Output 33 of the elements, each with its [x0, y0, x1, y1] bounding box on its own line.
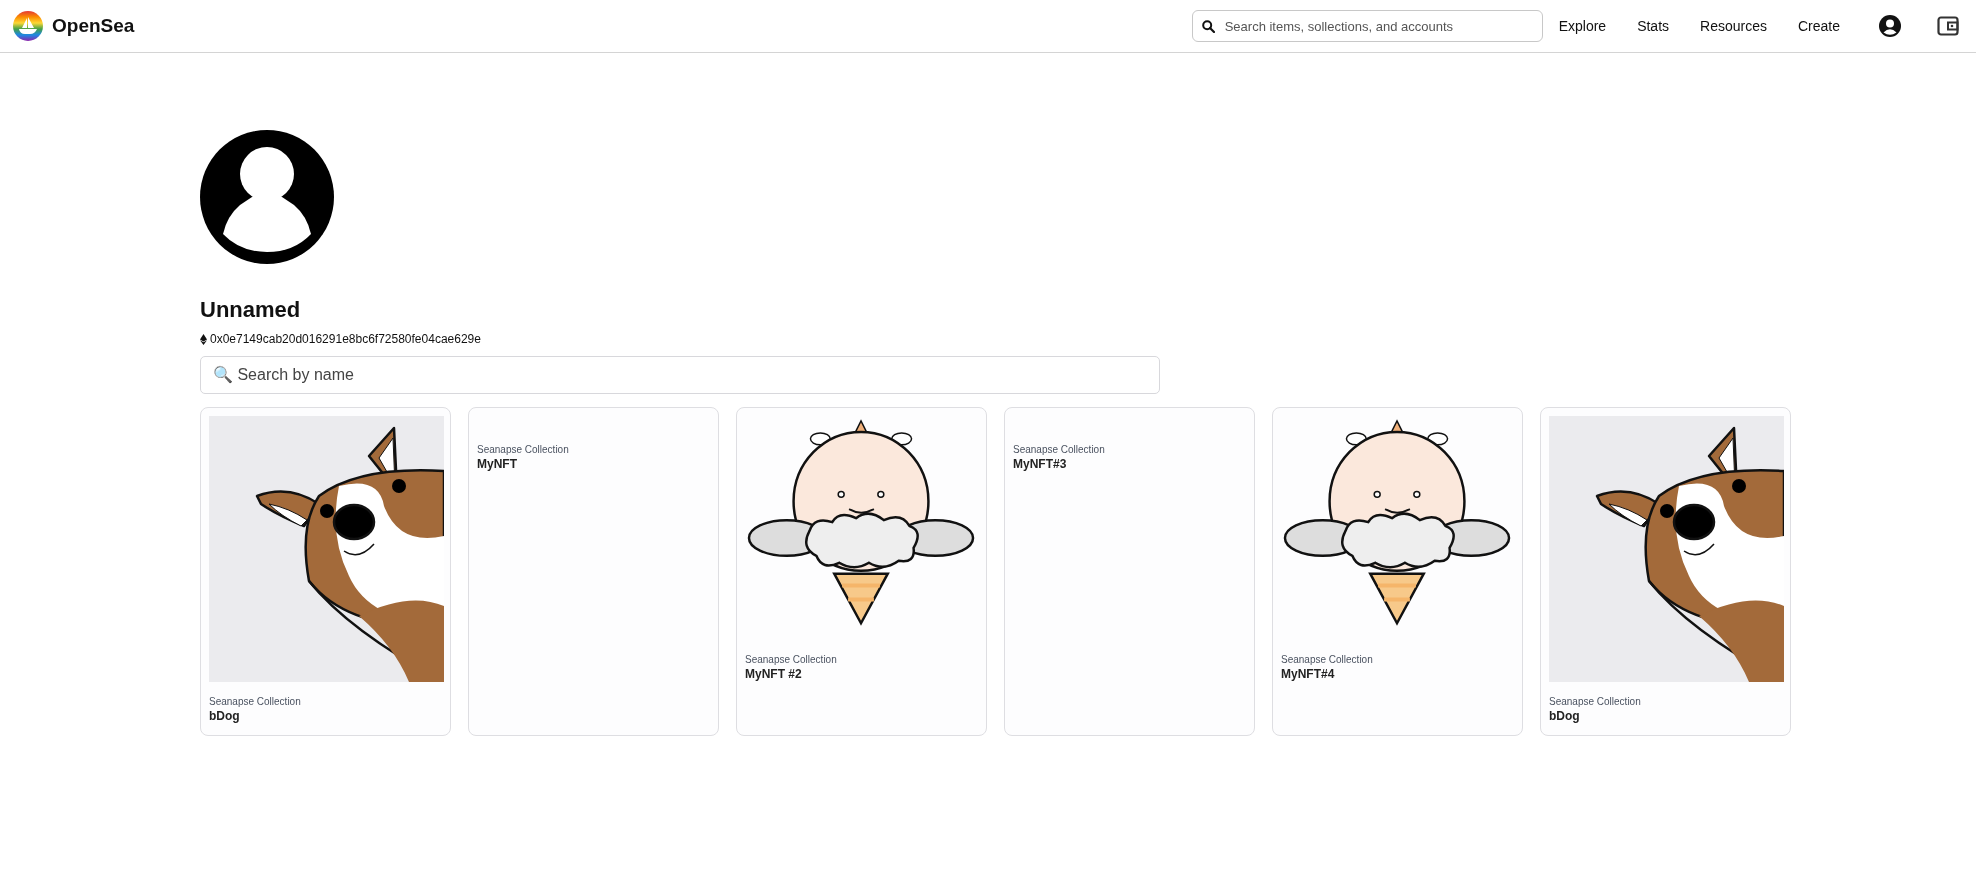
collection-name: Seanapse Collection [209, 696, 302, 707]
item-name[interactable]: bDog [1549, 709, 1782, 723]
nav-link[interactable]: Stats [1637, 18, 1670, 34]
collection-name: Seanapse Collection [1281, 654, 1374, 665]
wallet-icon[interactable] [1937, 16, 1959, 36]
opensea-logo-icon[interactable] [13, 11, 43, 41]
collection-name: Seanapse Collection [1013, 444, 1106, 455]
search-icon [1201, 20, 1215, 33]
nav-link[interactable]: Explore [1558, 18, 1607, 34]
nft-card[interactable]: Seanapse Collection MyNFT [468, 407, 719, 736]
item-name[interactable]: MyNFT#3 [1013, 457, 1246, 471]
nav-link[interactable]: Resources [1700, 18, 1767, 34]
item-name[interactable]: MyNFT [477, 457, 710, 471]
nft-card[interactable]: Seanapse Collection MyNFT #2 [736, 407, 987, 736]
item-name[interactable]: bDog [209, 709, 442, 723]
item-name[interactable]: MyNFT#4 [1281, 667, 1514, 681]
item-name[interactable]: MyNFT #2 [745, 667, 978, 681]
nft-card[interactable]: Seanapse Collection bDog [200, 407, 451, 736]
wallet-address: 0x0e7149cab20d016291e8bc6f72580fe04cae629e [210, 332, 481, 346]
logo-text[interactable]: OpenSea [52, 15, 135, 37]
nft-card[interactable]: Seanapse Collection bDog [1540, 407, 1791, 736]
nav-link[interactable]: Create [1797, 18, 1840, 34]
nft-card[interactable]: Seanapse Collection MyNFT#4 [1272, 407, 1523, 736]
collection-name: Seanapse Collection [745, 654, 838, 665]
collection-name: Seanapse Collection [1549, 696, 1642, 707]
search-field[interactable]: 🔍 Search by name [200, 356, 1160, 394]
avatar-icon [200, 130, 334, 264]
search-field[interactable]: Search items, sollections, and accounts [1191, 10, 1543, 42]
collection-name: Seanapse Collection [477, 444, 570, 455]
ethereum-icon [200, 333, 207, 345]
nft-card[interactable]: Seanapse Collection MyNFT#3 [1004, 407, 1255, 736]
account-icon[interactable] [1879, 15, 1901, 37]
profile-name: Unnamed [200, 297, 302, 323]
